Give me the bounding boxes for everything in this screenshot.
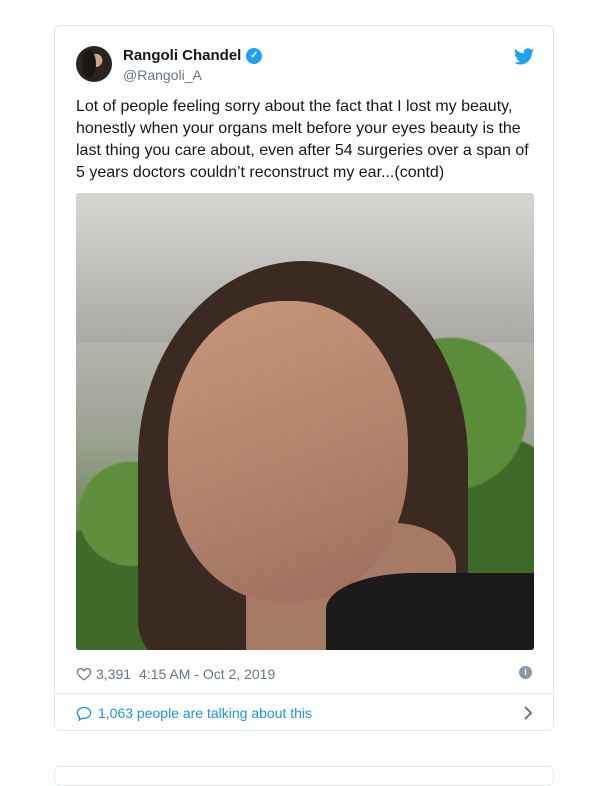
- next-embed-card: [54, 766, 554, 786]
- like-count[interactable]: 3,391: [96, 666, 131, 682]
- twitter-bird-icon[interactable]: [514, 48, 534, 65]
- tweet-header: Rangoli Chandel ✓ @Rangoli_A: [76, 46, 534, 86]
- heart-icon[interactable]: [76, 667, 92, 681]
- tweet-meta: 3,391 4:15 AM - Oct 2, 2019: [76, 665, 275, 683]
- chevron-right-icon[interactable]: [522, 703, 534, 723]
- name-row: Rangoli Chandel ✓: [123, 47, 263, 64]
- talking-about-link[interactable]: 1,063 people are talking about this: [76, 703, 534, 723]
- tweet-text: Lot of people feeling sorry about the fa…: [76, 98, 529, 181]
- avatar[interactable]: [76, 46, 112, 82]
- timestamp[interactable]: 4:15 AM - Oct 2, 2019: [139, 666, 275, 682]
- divider: [55, 693, 553, 694]
- user-handle[interactable]: @Rangoli_A: [123, 67, 202, 83]
- info-icon[interactable]: i: [519, 666, 532, 679]
- verified-check-icon: ✓: [246, 47, 263, 64]
- tweet-card: Rangoli Chandel ✓ @Rangoli_A Lot of peop…: [54, 25, 554, 731]
- speech-bubble-icon: [76, 706, 92, 721]
- display-name[interactable]: Rangoli Chandel: [123, 47, 241, 64]
- tweet-photo[interactable]: [76, 193, 534, 650]
- talking-about-text: 1,063 people are talking about this: [98, 705, 313, 721]
